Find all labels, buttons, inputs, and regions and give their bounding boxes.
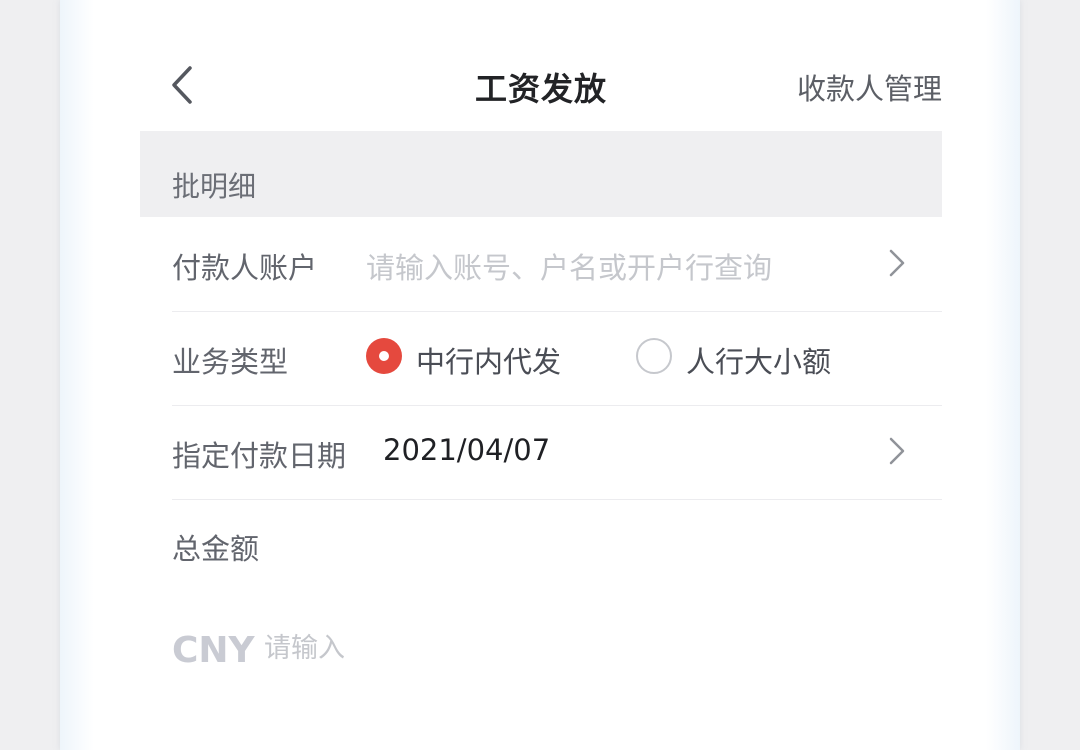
radio-unselected-icon[interactable] — [636, 338, 672, 374]
navigation-bar: 工资发放 收款人管理 — [140, 52, 942, 118]
payer-account-placeholder[interactable]: 请输入账号、户名或开户行查询 — [366, 245, 772, 287]
payer-account-row[interactable]: 付款人账户 请输入账号、户名或开户行查询 — [172, 217, 942, 312]
business-type-row: 业务类型 中行内代发 人行大小额 — [172, 311, 942, 406]
total-amount-label: 总金额 — [172, 532, 260, 566]
payment-date-row[interactable]: 指定付款日期 2021/04/07 — [172, 405, 942, 500]
radio-label: 人行大小额 — [686, 345, 832, 379]
radio-label: 中行内代发 — [416, 345, 562, 379]
chevron-right-icon — [889, 437, 905, 465]
currency-code: CNY — [172, 630, 255, 671]
app-screen: 工资发放 收款人管理 批明细 付款人账户 请输入账号、户名或开户行查询 业务类型… — [60, 0, 1020, 750]
payee-management-link[interactable]: 收款人管理 — [797, 66, 942, 108]
payer-account-label: 付款人账户 — [172, 251, 318, 285]
payment-date-label: 指定付款日期 — [172, 439, 347, 473]
radio-selected-icon[interactable] — [366, 338, 402, 374]
chevron-right-icon — [889, 249, 905, 277]
amount-input[interactable] — [264, 628, 664, 668]
payment-date-value[interactable]: 2021/04/07 — [383, 433, 550, 467]
business-type-label: 业务类型 — [172, 345, 289, 379]
section-header: 批明细 — [140, 131, 942, 217]
section-title: 批明细 — [172, 170, 257, 203]
